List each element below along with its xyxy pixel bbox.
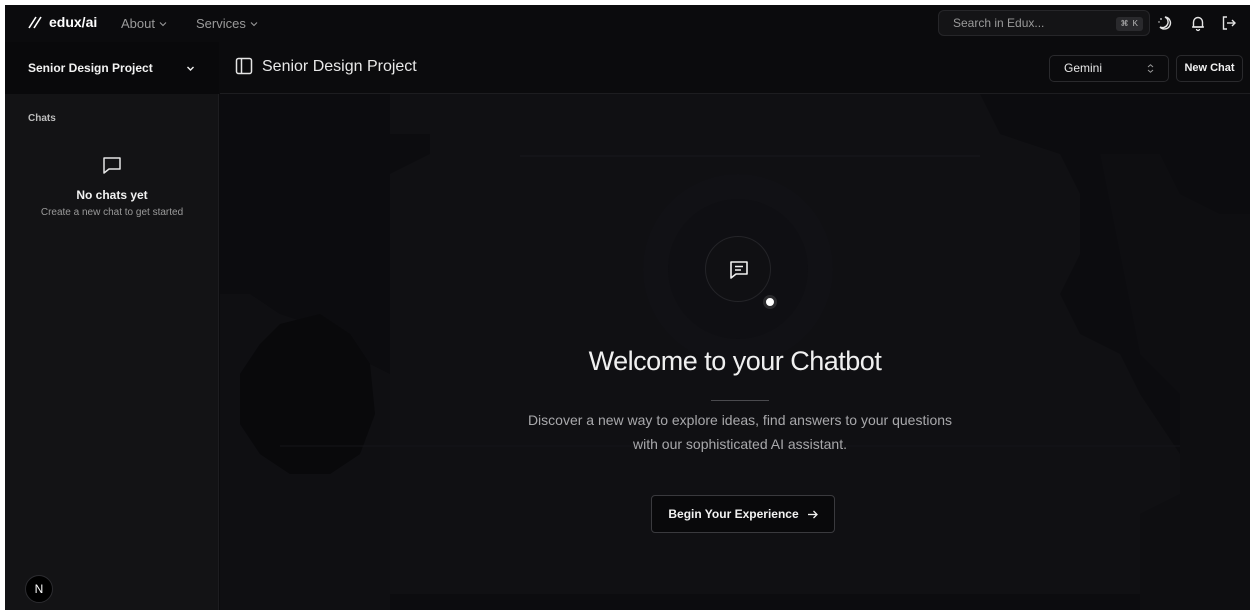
top-navbar: edux/ai About Services Search in Edux...… (5, 5, 1250, 41)
page-title: Senior Design Project (262, 58, 417, 75)
title-divider (711, 400, 769, 401)
chats-section-label: Chats (28, 113, 56, 124)
search-placeholder: Search in Edux... (953, 16, 1045, 30)
nav-services[interactable]: Services (196, 16, 258, 31)
new-chat-button[interactable]: New Chat (1176, 55, 1243, 82)
chevron-up-down-icon (1147, 64, 1154, 73)
search-input[interactable]: Search in Edux... ⌘ K (938, 10, 1150, 36)
main-header: Senior Design Project Gemini New Chat (220, 42, 1250, 94)
welcome-title: Welcome to your Chatbot (588, 346, 882, 376)
empty-state-title: No chats yet (76, 188, 148, 202)
chevron-down-icon (250, 21, 258, 26)
app-window: edux/ai About Services Search in Edux...… (5, 5, 1250, 610)
model-select-value: Gemini (1064, 61, 1103, 75)
sidebar: Senior Design Project Chats No chats yet… (5, 42, 219, 610)
logout-icon[interactable] (1220, 14, 1238, 32)
welcome-description: Discover a new way to explore ideas, fin… (527, 412, 953, 452)
bell-icon[interactable] (1189, 14, 1207, 32)
chats-empty-state: No chats yet Create a new chat to get st… (5, 154, 219, 218)
avatar[interactable]: N (25, 575, 53, 603)
nav-about[interactable]: About (121, 16, 167, 31)
message-text-icon (730, 261, 748, 279)
message-square-icon (103, 157, 121, 174)
chevron-down-icon (187, 66, 194, 71)
project-name: Senior Design Project (28, 61, 153, 75)
welcome-panel: Welcome to your Chatbot Discover a new w… (220, 94, 1250, 610)
chatbot-avatar (705, 236, 771, 302)
project-selector[interactable]: Senior Design Project (5, 42, 219, 94)
slash-logo-icon (28, 16, 42, 29)
chevron-down-icon (159, 21, 167, 26)
arrow-right-icon (807, 510, 818, 518)
nav-about-label: About (121, 16, 155, 31)
model-select[interactable]: Gemini (1049, 55, 1169, 82)
search-shortcut-badge: ⌘ K (1116, 17, 1143, 31)
online-status-dot (763, 295, 777, 309)
begin-experience-label: Begin Your Experience (668, 507, 799, 521)
moon-stars-icon[interactable] (1156, 14, 1174, 32)
empty-state-subtitle: Create a new chat to get started (40, 207, 184, 218)
nav-services-label: Services (196, 16, 246, 31)
brand[interactable]: edux/ai (27, 14, 97, 30)
sidebar-panel-icon[interactable] (235, 57, 253, 75)
begin-experience-button[interactable]: Begin Your Experience (651, 495, 835, 533)
brand-name: edux/ai (49, 14, 98, 30)
